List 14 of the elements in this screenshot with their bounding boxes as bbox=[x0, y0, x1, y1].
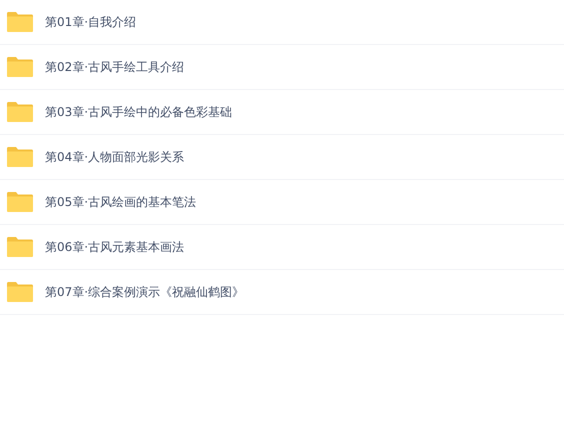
folder-name[interactable]: 第03章·古风手绘中的必备色彩基础 bbox=[45, 104, 232, 120]
folder-icon bbox=[7, 282, 33, 302]
folder-name[interactable]: 第04章·人物面部光影关系 bbox=[45, 148, 184, 166]
folder-icon bbox=[7, 57, 33, 77]
folder-icon bbox=[7, 237, 33, 257]
folder-icon bbox=[7, 12, 33, 32]
folder-icon bbox=[7, 192, 33, 212]
folder-name[interactable]: 第07章·综合案例演示《祝融仙鹤图》 bbox=[45, 284, 244, 300]
folder-name[interactable]: 第02章·古风手绘工具介绍 bbox=[45, 58, 184, 76]
folder-icon bbox=[7, 102, 33, 122]
folder-icon bbox=[7, 147, 33, 167]
folder-name[interactable]: 第05章·古风绘画的基本笔法 bbox=[45, 194, 196, 210]
folder-name[interactable]: 第01章·自我介绍 bbox=[45, 14, 136, 30]
folder-name[interactable]: 第06章·古风元素基本画法 bbox=[45, 238, 184, 256]
